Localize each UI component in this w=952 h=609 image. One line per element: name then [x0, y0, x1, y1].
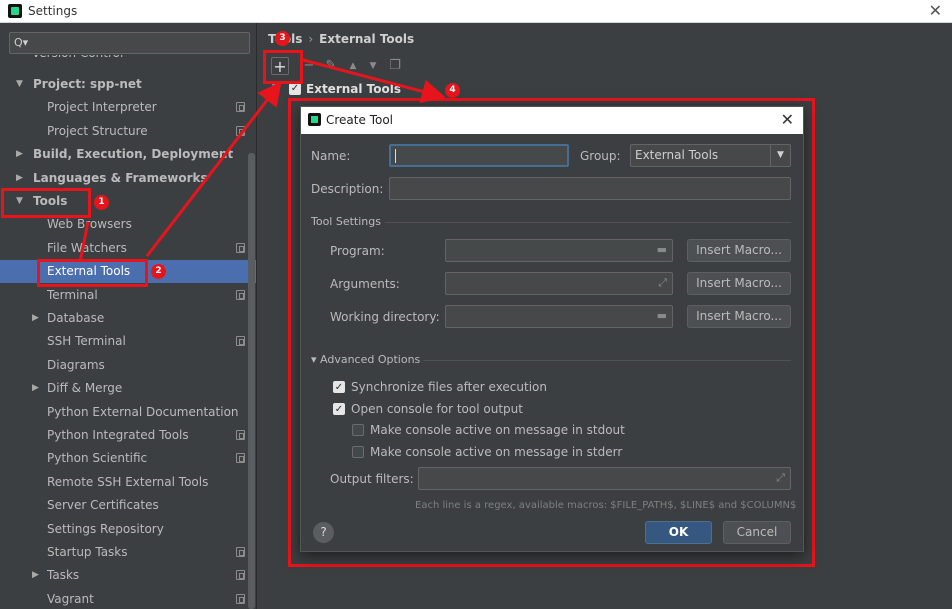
annotation-arrows: [78, 58, 446, 263]
arrow-1-to-2: [78, 221, 90, 263]
arrow-3-to-4: [302, 58, 446, 104]
arrow-2-to-3: [145, 81, 282, 257]
